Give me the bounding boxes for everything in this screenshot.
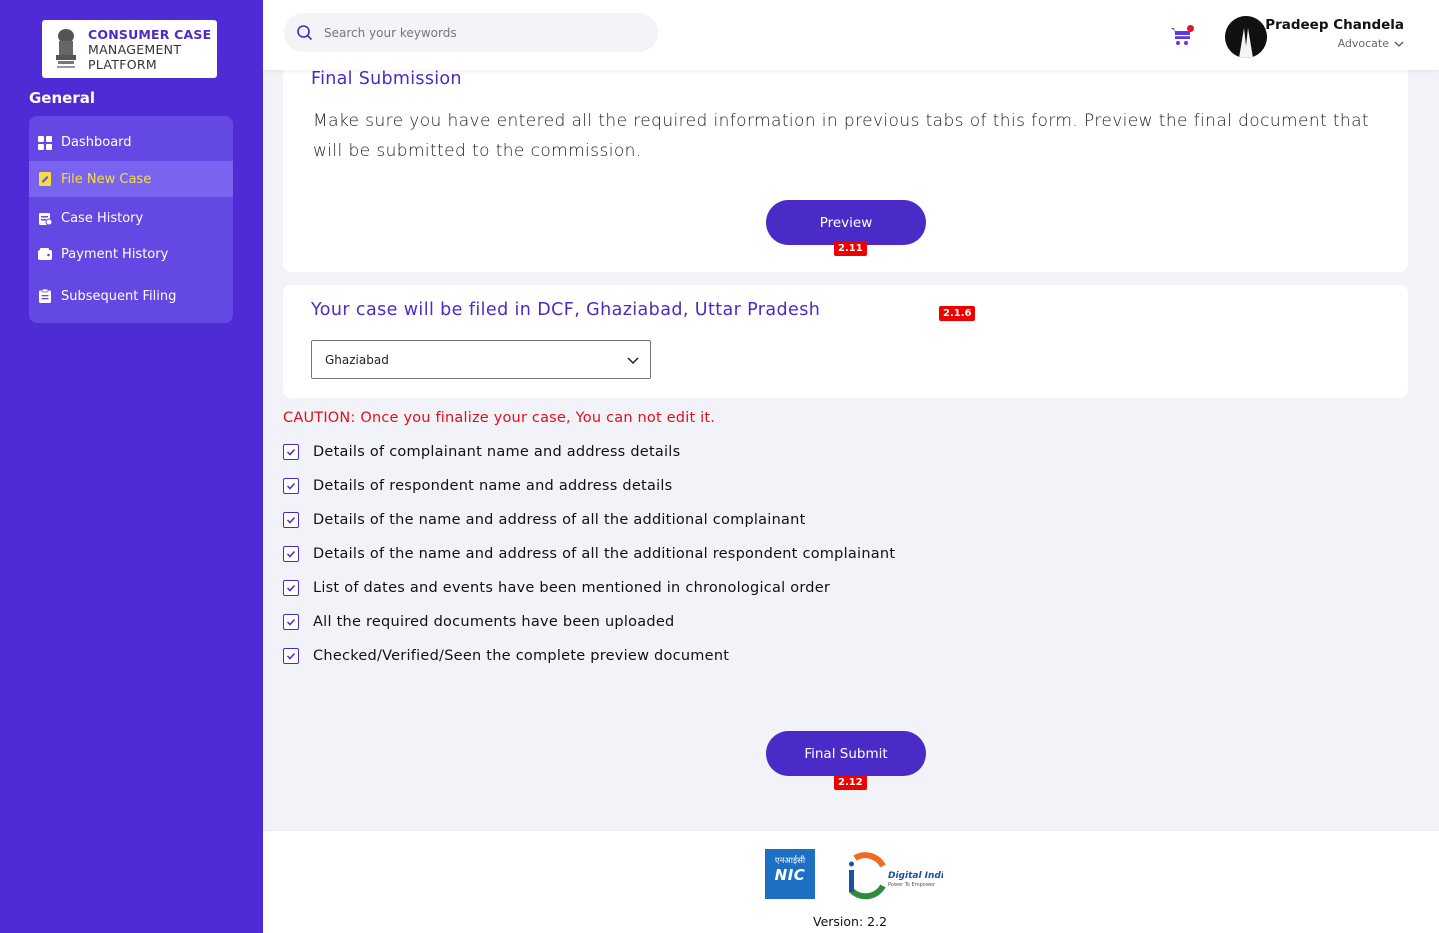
final-submission-card: Final Submission Make sure you have ente…: [283, 60, 1408, 272]
sidebar-item-label: Dashboard: [61, 135, 132, 150]
checkbox[interactable]: [283, 580, 299, 596]
checklist-item: Checked/Verified/Seen the complete previ…: [283, 648, 729, 664]
checklist-item: Details of the name and address of all t…: [283, 512, 806, 528]
checklist-item: Details of respondent name and address d…: [283, 478, 672, 494]
user-photo-icon: [1225, 16, 1267, 58]
notification-dot: [1187, 25, 1194, 32]
sidebar-item-payment-history[interactable]: Payment History: [29, 236, 233, 272]
sidebar-item-label: File New Case: [61, 171, 152, 187]
sidebar-item-subsequent-filing[interactable]: Subsequent Filing: [29, 272, 233, 316]
nic-text: NIC: [774, 866, 806, 884]
step-badge: 2.11: [834, 241, 867, 256]
checkbox[interactable]: [283, 478, 299, 494]
check-icon: [286, 652, 296, 660]
step-badge: 2.12: [834, 775, 867, 790]
checklist-label: List of dates and events have been menti…: [313, 580, 831, 596]
digital-india-icon: Digital India Power To Empower: [848, 852, 950, 900]
user-role-label: Advocate: [1337, 37, 1389, 50]
logo-line2: MANAGEMENT: [88, 41, 182, 57]
checkbox[interactable]: [283, 546, 299, 562]
checkbox[interactable]: [283, 648, 299, 664]
footer: एनआईसी NIC Digital India Power To Empowe…: [263, 830, 1439, 933]
clipboard-icon: [39, 289, 51, 303]
sidebar-item-label: Subsequent Filing: [61, 288, 177, 304]
emblem-icon: [56, 29, 76, 68]
search-icon: [297, 24, 312, 40]
district-select[interactable]: Ghaziabad: [311, 340, 651, 379]
sidebar-item-case-history[interactable]: Case History: [29, 197, 233, 236]
checklist-item: Details of the name and address of all t…: [283, 546, 895, 562]
checklist-item: All the required documents have been upl…: [283, 614, 674, 630]
sidebar-item-file-new-case[interactable]: File New Case: [29, 161, 233, 197]
checkbox[interactable]: [283, 444, 299, 460]
checklist-label: Details of complainant name and address …: [313, 444, 681, 460]
sidebar-item-dashboard[interactable]: Dashboard: [29, 124, 233, 161]
preview-button[interactable]: Preview: [766, 200, 926, 245]
file-edit-icon: [39, 172, 51, 186]
checklist-label: Details of the name and address of all t…: [313, 512, 806, 528]
caution-text: CAUTION: Once you finalize your case, Yo…: [283, 410, 716, 426]
check-icon: [286, 584, 296, 592]
logo-line3: PLATFORM: [88, 56, 157, 72]
digital-india-tagline: Power To Empower: [888, 882, 936, 888]
chevron-down-icon: [627, 356, 639, 364]
check-icon: [286, 550, 296, 558]
filing-location-card: Your case will be filed in DCF, Ghaziaba…: [283, 285, 1408, 398]
nic-logo[interactable]: एनआईसी NIC: [765, 849, 815, 899]
section-title: Final Submission: [311, 69, 462, 89]
avatar[interactable]: [1225, 16, 1267, 58]
checkbox[interactable]: [283, 512, 299, 528]
app-logo[interactable]: CONSUMER CASE MANAGEMENT PLATFORM: [42, 20, 217, 78]
logo-line1: CONSUMER CASE: [88, 26, 212, 42]
final-submission-description: Make sure you have entered all the requi…: [313, 111, 1369, 161]
nic-hindi-text: एनआईसी: [774, 856, 806, 866]
district-select-value: Ghaziabad: [325, 352, 389, 367]
digital-india-logo[interactable]: Digital India Power To Empower: [843, 846, 950, 901]
checklist-item: Details of complainant name and address …: [283, 444, 680, 460]
filing-title: Your case will be filed in DCF, Ghaziaba…: [311, 300, 821, 320]
checklist-label: Details of the name and address of all t…: [313, 546, 896, 562]
digital-india-text: Digital India: [888, 871, 943, 881]
step-badge: 2.1.6: [939, 306, 976, 321]
grid-icon: [38, 135, 52, 150]
sidebar-section-title: General: [29, 89, 95, 107]
check-icon: [286, 516, 296, 524]
sidebar-item-label: Payment History: [61, 246, 169, 262]
checkbox[interactable]: [283, 614, 299, 630]
check-icon: [286, 482, 296, 490]
user-role-dropdown[interactable]: Advocate: [1338, 37, 1404, 50]
search-bar[interactable]: [284, 13, 658, 52]
chevron-down-icon: [1394, 41, 1404, 47]
history-icon: [39, 213, 52, 225]
version-text: Version: 2.2: [813, 914, 888, 929]
sidebar-item-label: Case History: [61, 210, 144, 226]
top-header: Pradeep Chandela Advocate: [263, 0, 1439, 70]
sidebar-menu: Dashboard File New Case Case History Pay…: [29, 116, 233, 323]
user-name: Pradeep Chandela: [1265, 17, 1404, 33]
sidebar: CONSUMER CASE MANAGEMENT PLATFORM Genera…: [0, 0, 263, 933]
search-input[interactable]: [324, 25, 624, 40]
checklist-label: Checked/Verified/Seen the complete previ…: [313, 648, 730, 664]
wallet-icon: [38, 248, 52, 260]
check-icon: [286, 618, 296, 626]
checklist-item: List of dates and events have been menti…: [283, 580, 830, 596]
checklist-label: All the required documents have been upl…: [313, 614, 675, 630]
checklist-label: Details of respondent name and address d…: [313, 478, 673, 494]
final-submit-button[interactable]: Final Submit: [766, 731, 926, 776]
check-icon: [286, 448, 296, 456]
